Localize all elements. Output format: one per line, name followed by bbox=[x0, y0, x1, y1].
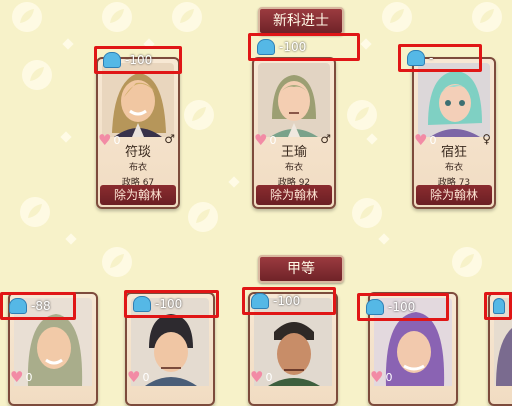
candidate-name: 宿狂 bbox=[440, 145, 467, 160]
diamond-decoration bbox=[60, 131, 72, 143]
leaf-icon bbox=[382, 2, 412, 32]
person-group-icon bbox=[257, 39, 275, 55]
appoint-hanlin-button[interactable]: 除为翰林 bbox=[256, 185, 332, 205]
attribute-value: - bbox=[429, 51, 434, 65]
attribute-highlight-box bbox=[484, 292, 512, 320]
affinity-indicator: ♥ 0 bbox=[127, 368, 149, 386]
affinity-indicator: ♥ 0 bbox=[10, 368, 32, 386]
attribute-value: -100 bbox=[273, 294, 301, 308]
appoint-hanlin-button[interactable]: 除为翰林 bbox=[416, 185, 492, 205]
person-group-icon bbox=[407, 50, 425, 66]
leaf-icon bbox=[452, 247, 482, 277]
affinity-indicator: ♥ 0 bbox=[250, 368, 272, 386]
candidate-card[interactable]: ♥ 0 ♀ 宿狂 布衣 政略 73 除为翰林 bbox=[412, 57, 496, 209]
attribute-highlight-box: - bbox=[398, 44, 482, 72]
person-group-icon bbox=[251, 293, 269, 309]
leaf-icon bbox=[188, 202, 218, 232]
leaf-icon bbox=[102, 247, 132, 277]
attribute-highlight-box: -100 bbox=[242, 287, 336, 315]
leaf-icon bbox=[102, 2, 132, 32]
leaf-icon bbox=[12, 2, 42, 32]
candidate-name: 王瑜 bbox=[280, 145, 307, 160]
candidate-name: 符琰 bbox=[124, 145, 151, 160]
person-group-icon bbox=[133, 296, 151, 312]
appoint-hanlin-button[interactable]: 除为翰林 bbox=[100, 185, 176, 205]
diamond-decoration bbox=[378, 233, 390, 245]
diamond-decoration bbox=[360, 38, 372, 50]
attribute-value: -100 bbox=[155, 297, 183, 311]
leaf-icon bbox=[184, 100, 214, 130]
attribute-highlight-box: -100 bbox=[248, 33, 360, 61]
heart-icon: ♥ bbox=[10, 368, 24, 386]
candidate-portrait bbox=[102, 63, 174, 137]
character-portrait-icon bbox=[258, 63, 330, 137]
affinity-value: 0 bbox=[142, 370, 150, 384]
attribute-value: -100 bbox=[388, 300, 416, 314]
person-group-icon bbox=[366, 299, 384, 315]
leaf-icon bbox=[22, 60, 52, 90]
section-banner-middle: 甲等 bbox=[258, 255, 344, 283]
candidate-title: 布衣 bbox=[444, 163, 463, 173]
attribute-highlight-box: -88 bbox=[0, 292, 76, 320]
candidate-card[interactable]: ♥ 0 ♂ 王瑜 布衣 政略 92 除为翰林 bbox=[252, 57, 336, 209]
heart-icon: ♥ bbox=[250, 368, 264, 386]
diamond-decoration bbox=[366, 133, 378, 145]
diamond-decoration bbox=[65, 233, 77, 245]
attribute-value: -100 bbox=[279, 40, 307, 54]
person-group-icon bbox=[493, 298, 505, 314]
leaf-icon bbox=[472, 2, 502, 32]
diamond-decoration bbox=[228, 176, 240, 188]
affinity-value: 0 bbox=[265, 370, 273, 384]
attribute-highlight-box: -100 bbox=[94, 46, 182, 74]
leaf-icon bbox=[20, 197, 50, 227]
section-banner-top: 新科进士 bbox=[258, 7, 344, 35]
candidate-portrait bbox=[258, 63, 330, 137]
leaf-icon bbox=[347, 100, 377, 130]
character-portrait-icon bbox=[418, 63, 490, 137]
character-portrait-icon bbox=[102, 63, 174, 137]
attribute-value: -100 bbox=[125, 53, 153, 67]
candidate-portrait bbox=[418, 63, 490, 137]
affinity-indicator: ♥ 0 bbox=[370, 368, 392, 386]
heart-icon: ♥ bbox=[370, 368, 384, 386]
attribute-highlight-box: -100 bbox=[124, 290, 219, 318]
candidate-card[interactable]: ♥ 0 ♂ 符琰 布衣 政略 67 除为翰林 bbox=[96, 57, 180, 209]
leaf-icon bbox=[172, 2, 202, 32]
affinity-value: 0 bbox=[385, 370, 393, 384]
heart-icon: ♥ bbox=[127, 368, 141, 386]
attribute-highlight-box: -100 bbox=[357, 293, 449, 321]
leaf-icon bbox=[352, 198, 382, 228]
candidate-title: 布衣 bbox=[284, 163, 303, 173]
person-group-icon bbox=[103, 52, 121, 68]
diamond-decoration bbox=[62, 38, 74, 50]
candidate-title: 布衣 bbox=[128, 163, 147, 173]
person-group-icon bbox=[9, 298, 27, 314]
attribute-value: -88 bbox=[31, 299, 51, 313]
affinity-value: 0 bbox=[25, 370, 33, 384]
